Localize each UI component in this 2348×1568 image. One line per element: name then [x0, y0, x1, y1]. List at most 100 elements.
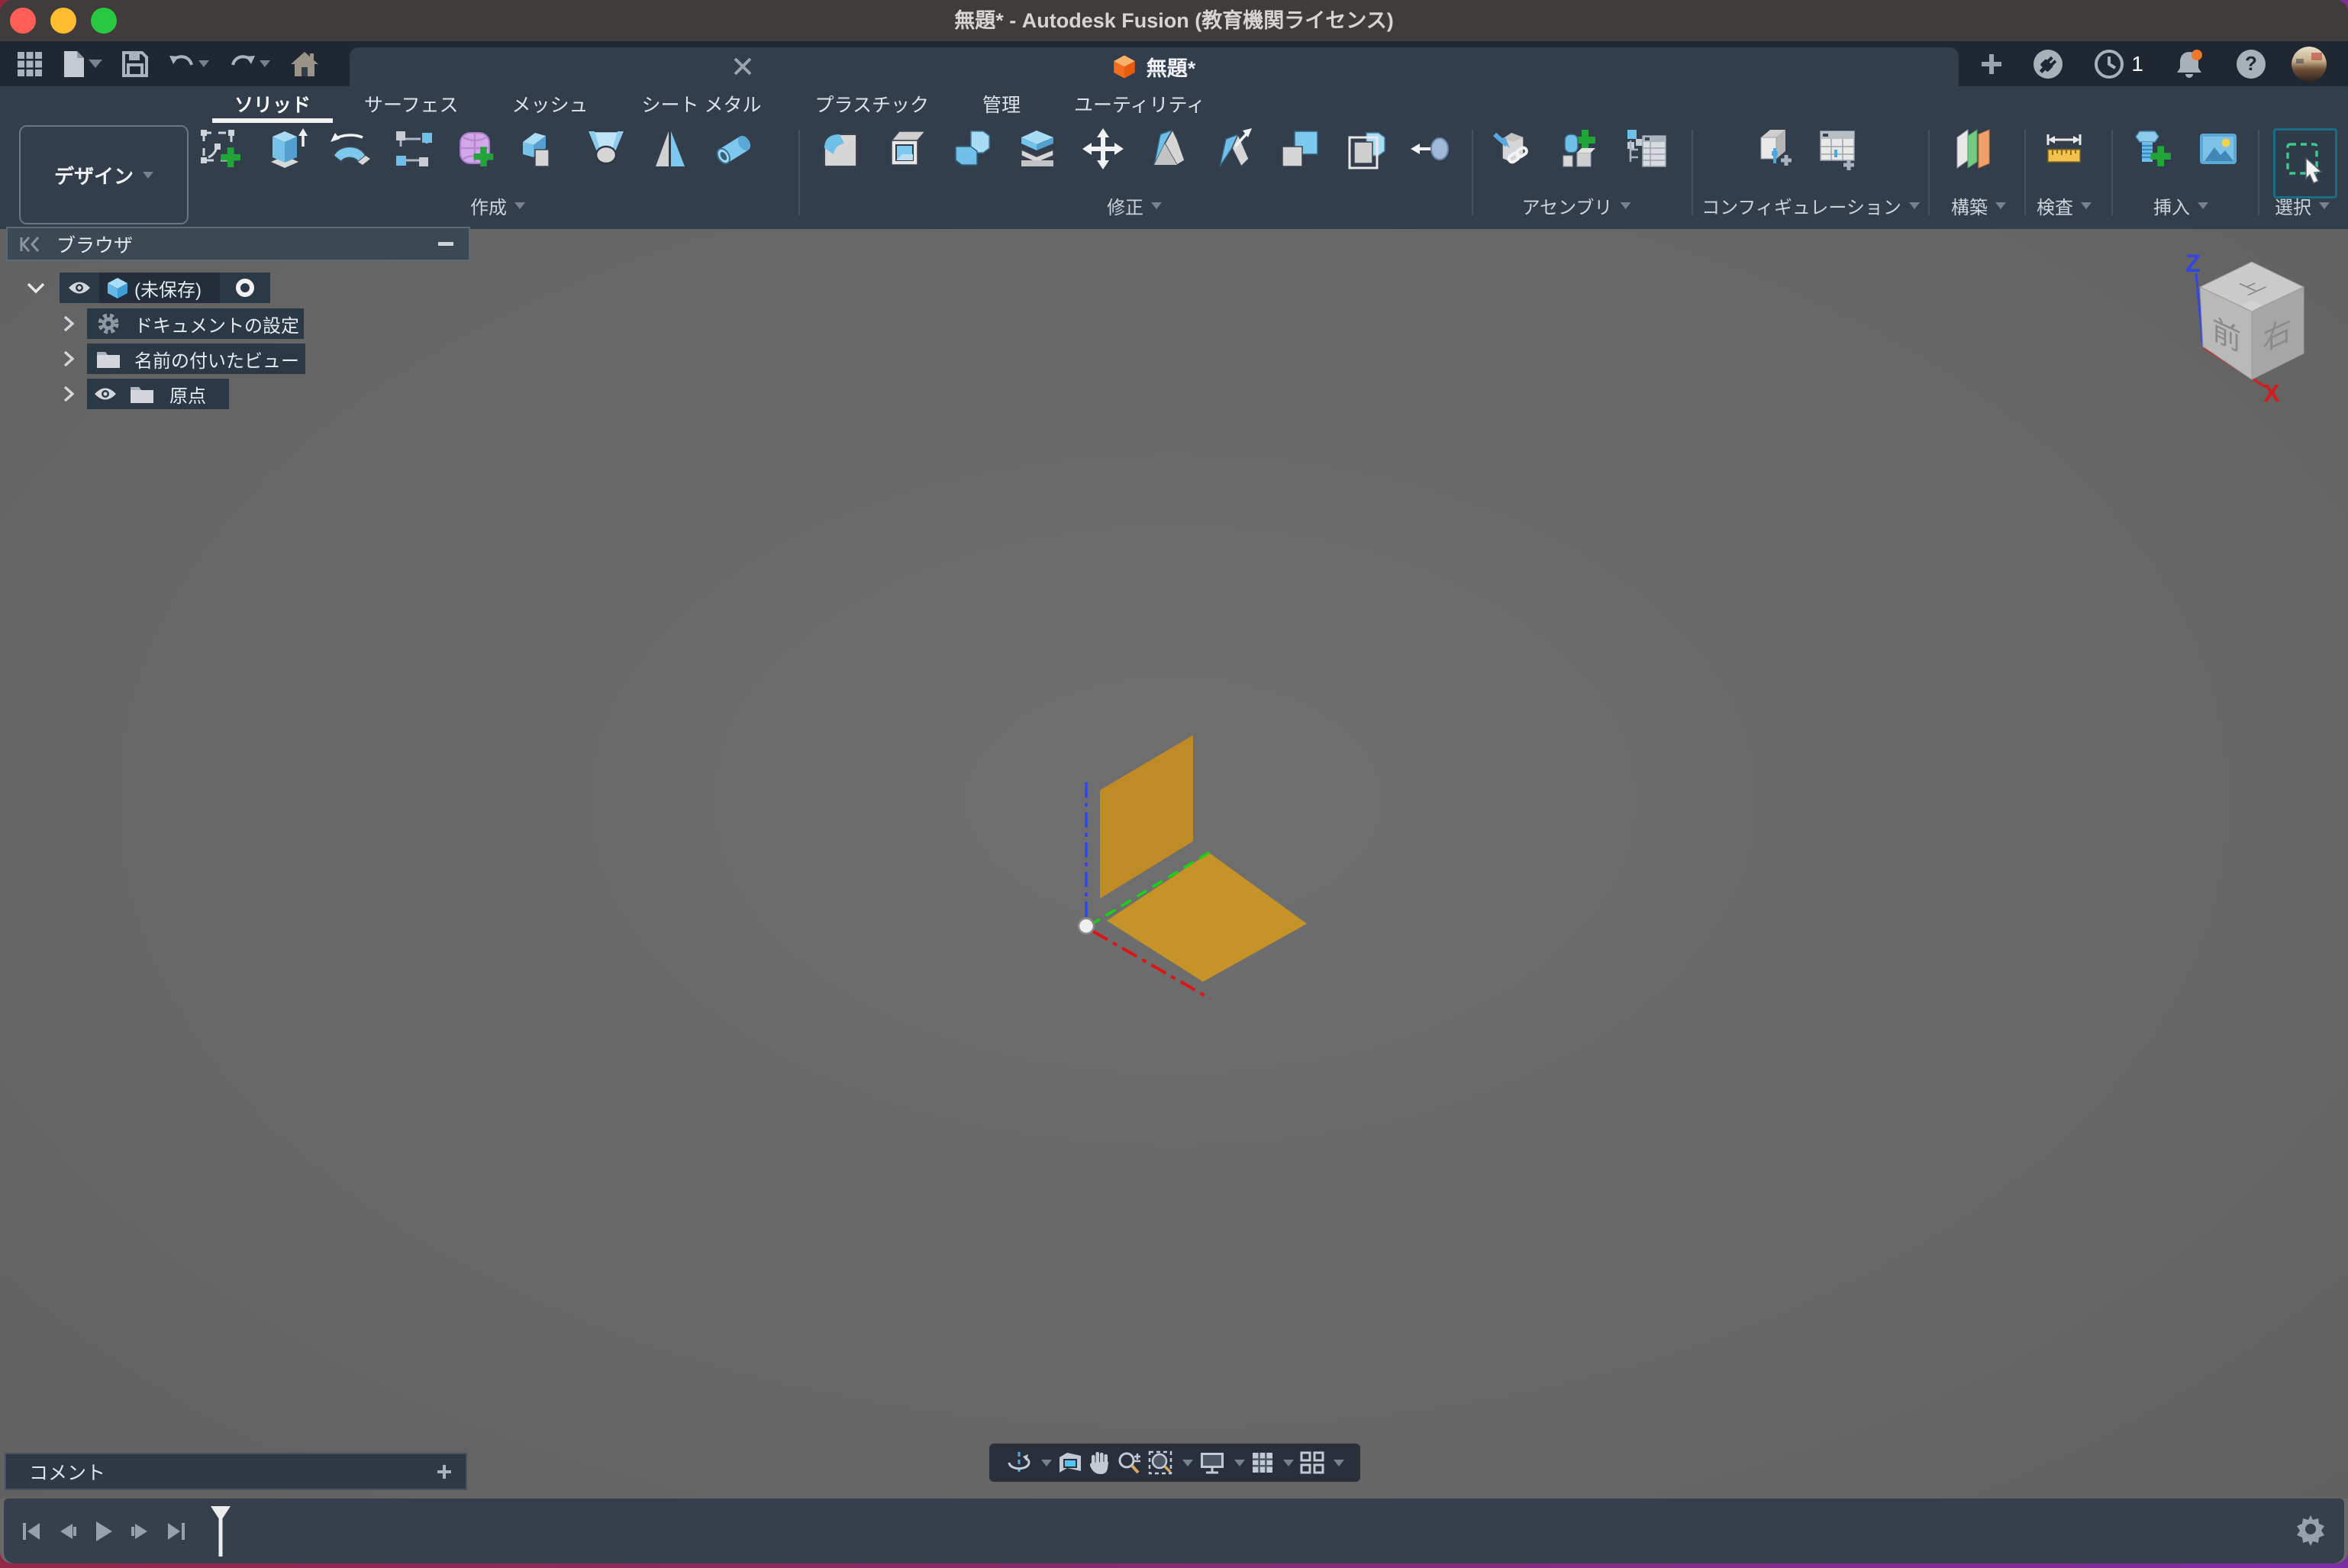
bom-icon[interactable]	[1624, 127, 1669, 171]
combine-icon[interactable]	[950, 127, 994, 171]
comments-panel[interactable]: コメント	[5, 1453, 467, 1490]
configuration-icon[interactable]	[1752, 127, 1796, 171]
chevron-right-icon[interactable]	[58, 379, 79, 409]
loft-icon[interactable]	[584, 127, 628, 171]
tree-row-origin[interactable]: 原点	[0, 379, 473, 409]
grid-display-button[interactable]	[1250, 1446, 1275, 1479]
help-icon[interactable]: ?	[2230, 46, 2272, 82]
chevron-down-icon[interactable]	[1231, 1446, 1245, 1479]
display-settings-button[interactable]	[1198, 1446, 1226, 1479]
tab-mesh[interactable]: メッシュ	[485, 88, 615, 123]
step-forward-button[interactable]	[130, 1516, 150, 1547]
fillet-icon[interactable]	[818, 127, 863, 171]
extrude-icon[interactable]	[263, 127, 308, 171]
tree-row-document-settings[interactable]: ドキュメントの設定	[0, 308, 473, 339]
measure-icon[interactable]	[2042, 127, 2086, 171]
shell-icon[interactable]	[884, 127, 928, 171]
select-tool-button[interactable]	[2273, 128, 2337, 198]
gear-icon	[92, 308, 125, 339]
origin-geometry[interactable]	[1053, 710, 1359, 1038]
insert-dropdown[interactable]: 挿入	[2153, 192, 2208, 219]
insert-derive-icon[interactable]	[1490, 127, 1534, 171]
press-pull-icon[interactable]	[1409, 127, 1453, 171]
extensions-icon[interactable]	[2027, 46, 2069, 82]
tab-manage[interactable]: 管理	[956, 88, 1047, 123]
tree-row-document[interactable]: (未保存)	[0, 273, 473, 303]
skip-to-end-button[interactable]	[166, 1516, 187, 1547]
skip-to-start-button[interactable]	[21, 1516, 42, 1547]
avatar[interactable]	[2292, 47, 2327, 82]
select-dropdown[interactable]: 選択	[2275, 192, 2330, 219]
chevron-down-icon[interactable]	[1038, 1446, 1052, 1479]
split-body-icon[interactable]	[1343, 127, 1388, 171]
canvas-image-icon[interactable]	[2196, 127, 2240, 171]
tab-solid[interactable]: ソリッド	[208, 88, 337, 123]
workspace-selector[interactable]: デザイン	[19, 125, 189, 224]
new-component-icon[interactable]	[1557, 127, 1601, 171]
tab-surface[interactable]: サーフェス	[337, 88, 485, 123]
chevron-right-icon[interactable]	[58, 308, 79, 339]
tab-sheet-metal[interactable]: シート メタル	[615, 88, 789, 123]
chevron-right-icon[interactable]	[58, 344, 79, 374]
chevron-down-icon[interactable]	[1280, 1446, 1294, 1479]
app-grid-icon[interactable]	[12, 46, 47, 82]
tab-utilities[interactable]: ユーティリティ	[1047, 88, 1232, 123]
move-copy-icon[interactable]	[1081, 127, 1125, 171]
draft-icon[interactable]	[1147, 127, 1191, 171]
inspect-dropdown[interactable]: 検査	[2037, 192, 2092, 219]
undo-button[interactable]	[163, 46, 214, 82]
new-tab-icon[interactable]	[1975, 46, 2008, 82]
visibility-eye-icon[interactable]	[90, 379, 121, 409]
timeline-settings-gear[interactable]	[2294, 1512, 2327, 1546]
create-sketch-icon[interactable]	[199, 127, 244, 171]
zoom-button[interactable]	[1117, 1446, 1143, 1479]
revolve-icon[interactable]	[327, 127, 372, 171]
sweep-icon[interactable]	[520, 127, 564, 171]
timeline-marker[interactable]	[209, 1505, 232, 1558]
collapse-panel-icon[interactable]	[8, 236, 40, 253]
rib-icon[interactable]	[648, 127, 692, 171]
redo-button[interactable]	[224, 46, 275, 82]
construct-dropdown[interactable]: 構築	[1951, 192, 2006, 219]
insert-fastener-icon[interactable]	[2130, 127, 2175, 171]
chevron-down-icon[interactable]	[1179, 1446, 1193, 1479]
offset-face-icon[interactable]	[1212, 127, 1256, 171]
configuration-dropdown[interactable]: コンフィギュレーション	[1701, 192, 1920, 219]
create-form-icon[interactable]	[456, 127, 500, 171]
activate-radio-icon[interactable]	[226, 273, 264, 303]
replace-face-icon[interactable]	[1278, 127, 1322, 171]
sketch-edit-points-icon[interactable]	[392, 127, 436, 171]
save-button[interactable]	[118, 46, 153, 82]
play-button[interactable]	[94, 1516, 114, 1547]
zoom-icon	[1117, 1450, 1143, 1475]
add-comment-icon[interactable]	[423, 1454, 466, 1489]
step-back-button[interactable]	[58, 1516, 78, 1547]
notifications-icon[interactable]	[2168, 46, 2211, 82]
minimize-panel-icon[interactable]	[438, 242, 469, 247]
modify-dropdown[interactable]: 修正	[1107, 192, 1162, 219]
assembly-dropdown[interactable]: アセンブリ	[1522, 192, 1631, 219]
origin-point[interactable]	[1079, 918, 1094, 934]
tab-plastic[interactable]: プラスチック	[789, 88, 956, 123]
orbit-button[interactable]	[1005, 1446, 1033, 1479]
pipe-icon[interactable]	[712, 127, 756, 171]
home-button[interactable]	[285, 46, 324, 82]
pan-button[interactable]	[1089, 1446, 1111, 1479]
close-tab-icon[interactable]	[729, 53, 756, 80]
tree-row-named-views[interactable]: 名前の付いたビュー	[0, 344, 473, 374]
document-tab[interactable]: 無題*	[350, 47, 1959, 86]
construct-plane-icon[interactable]	[1951, 127, 1995, 171]
file-menu-button[interactable]	[58, 46, 107, 82]
configuration-table-icon[interactable]	[1816, 127, 1860, 171]
chevron-down-icon[interactable]	[1330, 1446, 1344, 1479]
chevron-down-icon[interactable]	[24, 273, 47, 303]
visibility-eye-icon[interactable]	[64, 273, 95, 303]
view-cube[interactable]: 上 前 右 Z X	[2168, 252, 2330, 429]
thicken-icon[interactable]	[1015, 127, 1060, 171]
look-at-button[interactable]	[1057, 1446, 1083, 1479]
fit-button[interactable]	[1148, 1446, 1174, 1479]
create-dropdown[interactable]: 作成	[470, 192, 525, 219]
job-status-button[interactable]: 1	[2088, 46, 2148, 82]
viewports-button[interactable]	[1299, 1446, 1325, 1479]
chevron-down-icon	[1995, 202, 2006, 209]
